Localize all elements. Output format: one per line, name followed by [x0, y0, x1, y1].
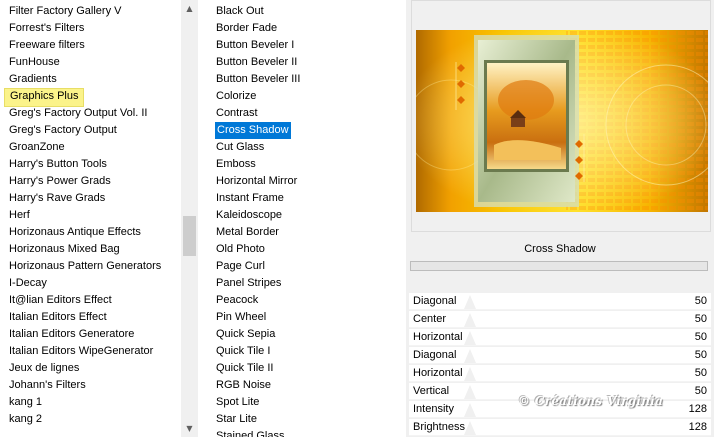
parameter-row-horizontal[interactable]: Horizontal 50: [409, 329, 711, 346]
filter-category-scrollbar[interactable]: ▲ ▼: [181, 0, 198, 437]
filter-category-item[interactable]: Horizonaus Antique Effects: [8, 224, 142, 241]
filter-category-item[interactable]: It@lian Editors Effect: [8, 292, 113, 309]
effect-item[interactable]: Old Photo: [215, 241, 266, 258]
parameter-label: Center: [413, 313, 447, 325]
row-divider: [409, 327, 711, 328]
parameter-label: Brightness: [413, 421, 465, 433]
parameter-label: Diagonal: [413, 349, 457, 361]
slider-marker-icon: [464, 295, 476, 309]
effect-item[interactable]: Button Beveler III: [215, 71, 301, 88]
slider-marker-icon: [464, 331, 476, 345]
effect-item[interactable]: Emboss: [215, 156, 257, 173]
parameter-value[interactable]: 128: [689, 401, 707, 418]
row-divider: [409, 309, 711, 310]
effect-item[interactable]: Star Lite: [215, 411, 258, 428]
effect-item[interactable]: Border Fade: [215, 20, 278, 37]
parameter-row-center[interactable]: Center 50: [409, 311, 711, 328]
effect-item[interactable]: Quick Tile II: [215, 360, 274, 377]
effect-item[interactable]: Metal Border: [215, 224, 280, 241]
scrollbar-thumb[interactable]: [183, 216, 196, 256]
parameter-row-diagonal[interactable]: Diagonal 50: [409, 347, 711, 364]
parameter-row-horizontal[interactable]: Horizontal 50: [409, 365, 711, 382]
parameter-label: Diagonal: [413, 295, 457, 307]
parameter-row-brightness[interactable]: Brightness 128: [409, 419, 711, 436]
filter-category-item[interactable]: Horizonaus Pattern Generators: [8, 258, 162, 275]
filter-settings-pane: Cross Shadow Diagonal 50 Center 50 Horizonta…: [406, 0, 714, 437]
effect-pane: Black Out Border Fade Button Beveler I Butt…: [207, 0, 404, 437]
filter-category-item[interactable]: Harry's Button Tools: [8, 156, 108, 173]
slider-marker-icon: [464, 313, 476, 327]
filter-category-item[interactable]: Freeware filters: [8, 37, 86, 54]
parameter-value[interactable]: 50: [695, 365, 707, 382]
effect-item[interactable]: Button Beveler II: [215, 54, 298, 71]
filter-category-item[interactable]: Italian Editors Effect: [8, 309, 108, 326]
parameter-value[interactable]: 50: [695, 329, 707, 346]
effect-item[interactable]: RGB Noise: [215, 377, 272, 394]
parameter-value[interactable]: 50: [695, 293, 707, 310]
slider-marker-icon: [464, 349, 476, 363]
effect-item[interactable]: Horizontal Mirror: [215, 173, 298, 190]
filter-title: Cross Shadow: [409, 238, 711, 260]
effect-item[interactable]: Stained Glass: [215, 428, 285, 437]
parameter-label: Vertical: [413, 385, 450, 397]
parameter-label: Horizontal: [413, 367, 463, 379]
filter-category-item[interactable]: Horizonaus Mixed Bag: [8, 241, 121, 258]
filter-category-item[interactable]: Greg's Factory Output Vol. II: [8, 105, 148, 122]
filter-category-item[interactable]: Greg's Factory Output: [8, 122, 118, 139]
filter-category-item[interactable]: kang 1: [8, 394, 43, 411]
filter-category-item[interactable]: FunHouse: [8, 54, 61, 71]
parameter-value[interactable]: 50: [695, 311, 707, 328]
row-divider: [409, 435, 711, 436]
effect-item[interactable]: Black Out: [215, 3, 265, 20]
preview-image: [416, 30, 708, 212]
parameter-value[interactable]: 128: [689, 419, 707, 436]
effect-item[interactable]: Page Curl: [215, 258, 266, 275]
parameter-value[interactable]: 50: [695, 383, 707, 400]
filter-category-item[interactable]: kang 2: [8, 411, 43, 428]
filter-category-item[interactable]: Italian Editors Generatore: [8, 326, 135, 343]
slider-marker-icon: [464, 385, 476, 399]
scroll-up-arrow-icon[interactable]: ▲: [181, 0, 198, 17]
effect-item[interactable]: Peacock: [215, 292, 259, 309]
row-divider: [409, 345, 711, 346]
parameter-row-diagonal[interactable]: Diagonal 50: [409, 293, 711, 310]
filter-category-item[interactable]: Gradients: [8, 71, 58, 88]
filter-category-item[interactable]: Filter Factory Gallery V: [8, 3, 122, 20]
effect-item[interactable]: Contrast: [215, 105, 259, 122]
effect-item[interactable]: Cross Shadow: [215, 122, 291, 139]
filter-category-pane: Filter Factory Gallery V Forrest's Filter…: [0, 0, 199, 437]
filter-category-item[interactable]: Herf: [8, 207, 31, 224]
filter-category-item[interactable]: Italian Editors WipeGenerator: [8, 343, 154, 360]
row-divider: [409, 381, 711, 382]
slider-marker-icon: [464, 367, 476, 381]
filter-category-item[interactable]: Harry's Power Grads: [8, 173, 112, 190]
slider-marker-icon: [464, 403, 476, 417]
scroll-down-arrow-icon[interactable]: ▼: [181, 420, 198, 437]
watermark: © Créations Virginia: [518, 394, 664, 408]
effect-item[interactable]: Panel Stripes: [215, 275, 282, 292]
filter-category-item[interactable]: Forrest's Filters: [8, 20, 85, 37]
effect-item[interactable]: Spot Lite: [215, 394, 260, 411]
preview-frame: [411, 0, 711, 232]
parameter-label: Horizontal: [413, 331, 463, 343]
effect-item[interactable]: Kaleidoscope: [215, 207, 283, 224]
slider-marker-icon: [464, 421, 476, 435]
effect-item[interactable]: Colorize: [215, 88, 257, 105]
filter-category-item[interactable]: Johann's Filters: [8, 377, 87, 394]
parameter-label: Intensity: [413, 403, 454, 415]
effect-item[interactable]: Quick Sepia: [215, 326, 276, 343]
parameter-value[interactable]: 50: [695, 347, 707, 364]
filter-category-item[interactable]: I-Decay: [8, 275, 48, 292]
effect-item[interactable]: Cut Glass: [215, 139, 265, 156]
effect-item[interactable]: Quick Tile I: [215, 343, 271, 360]
row-divider: [409, 417, 711, 418]
row-divider: [409, 363, 711, 364]
filter-category-item[interactable]: GroanZone: [8, 139, 66, 156]
filter-category-item[interactable]: Harry's Rave Grads: [8, 190, 106, 207]
filter-category-item[interactable]: Jeux de lignes: [8, 360, 80, 377]
effect-item[interactable]: Pin Wheel: [215, 309, 267, 326]
effect-item[interactable]: Instant Frame: [215, 190, 285, 207]
effect-item[interactable]: Button Beveler I: [215, 37, 295, 54]
preview-progress-bar: [410, 261, 708, 271]
